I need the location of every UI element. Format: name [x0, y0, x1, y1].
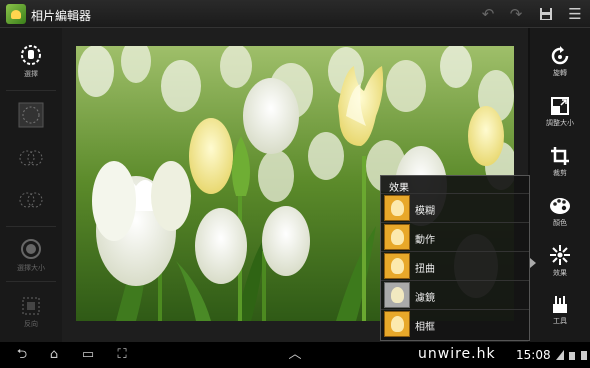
select-rect-tool[interactable]: [0, 102, 62, 128]
effects-tool[interactable]: 效果: [530, 244, 590, 278]
frame-thumbnail: [384, 311, 410, 337]
crop-label: 裁剪: [553, 169, 567, 177]
color-label: 顏色: [553, 219, 567, 227]
effect-frame-item[interactable]: 相框: [381, 309, 529, 338]
rotate-tool[interactable]: 旋轉: [530, 46, 590, 78]
subtract-circles-icon: [19, 192, 43, 208]
invert-label: 反向: [24, 320, 38, 328]
brush-size-label: 選擇大小: [17, 264, 45, 272]
effect-blur-item[interactable]: 模糊: [381, 193, 529, 222]
clock: 15:08: [516, 348, 551, 362]
invert-selection-icon: [22, 297, 40, 315]
effect-filter-label: 濾鏡: [415, 293, 435, 304]
intersect-circles-icon: [19, 150, 43, 166]
save-icon[interactable]: [536, 4, 556, 24]
signal-icon: [556, 350, 564, 360]
popup-pointer-icon: [530, 258, 536, 268]
system-nav-bar: ⮌ ⌂ ▭ ⛶ ︿: [0, 342, 590, 368]
effect-frame-label: 相框: [415, 322, 435, 333]
redo-icon[interactable]: ↷: [506, 4, 526, 24]
effects-popup: 效果 模糊 動作 扭曲 濾鏡 相框: [380, 175, 530, 341]
menu-icon[interactable]: ☰: [565, 4, 585, 24]
app-icon: [6, 4, 26, 24]
chevron-up-icon[interactable]: ︿: [285, 346, 305, 364]
recent-apps-icon[interactable]: ▭: [78, 346, 98, 364]
select-subtract-tool[interactable]: [0, 190, 62, 210]
effect-filter-item[interactable]: 濾鏡: [381, 280, 529, 309]
select-union-tool[interactable]: [0, 148, 62, 168]
effects-label: 效果: [553, 269, 567, 277]
effect-distort-item[interactable]: 扭曲: [381, 251, 529, 280]
divider: [6, 90, 56, 91]
wifi-icon: [569, 352, 575, 360]
resize-icon: [551, 97, 569, 115]
palette-icon: [550, 198, 570, 214]
dotted-square-icon: [18, 102, 44, 128]
effect-motion-item[interactable]: 動作: [381, 222, 529, 251]
app-title: 相片編輯器: [31, 9, 92, 23]
brush-size-icon: [21, 239, 41, 259]
tools-tool[interactable]: 工具: [530, 294, 590, 326]
canvas-area: 效果 模糊 動作 扭曲 濾鏡 相框: [62, 28, 530, 342]
color-tool[interactable]: 顏色: [530, 196, 590, 228]
motion-thumbnail: [384, 224, 410, 250]
select-tool[interactable]: 選擇: [0, 44, 62, 79]
rotate-icon: [551, 46, 569, 65]
watermark-text: unwire.hk: [418, 346, 496, 362]
invert-tool[interactable]: 反向: [0, 296, 62, 329]
resize-tool[interactable]: 調整大小: [530, 96, 590, 128]
resize-label: 調整大小: [546, 119, 574, 127]
effect-distort-label: 扭曲: [415, 264, 435, 275]
back-icon[interactable]: ⮌: [12, 346, 32, 364]
divider: [6, 226, 56, 227]
tools-label: 工具: [553, 317, 567, 325]
effects-popup-title: 效果: [389, 183, 409, 194]
crop-tool[interactable]: 裁剪: [530, 146, 590, 178]
filter-thumbnail: [384, 282, 410, 308]
rotate-label: 旋轉: [553, 69, 567, 77]
effects-icon: [550, 245, 570, 265]
lasso-icon: [21, 45, 41, 65]
home-icon[interactable]: ⌂: [44, 346, 64, 364]
title-bar: 相片編輯器 ↶ ↷ ☰: [0, 0, 590, 28]
crop-icon: [551, 147, 569, 165]
tools-icon: [553, 296, 567, 313]
effect-motion-label: 動作: [415, 235, 435, 246]
screenshot-icon[interactable]: ⛶: [112, 346, 132, 364]
select-tool-label: 選擇: [24, 70, 38, 78]
right-toolbar: 旋轉 調整大小 裁剪 顏色 效果 工具: [530, 28, 590, 342]
divider: [6, 281, 56, 282]
brush-size-tool[interactable]: 選擇大小: [0, 238, 62, 273]
battery-icon: [581, 351, 587, 360]
left-toolbar: 選擇 選擇大小 反向: [0, 28, 62, 342]
blur-thumbnail: [384, 195, 410, 221]
distort-thumbnail: [384, 253, 410, 279]
effect-blur-label: 模糊: [415, 206, 435, 217]
undo-icon[interactable]: ↶: [478, 4, 498, 24]
